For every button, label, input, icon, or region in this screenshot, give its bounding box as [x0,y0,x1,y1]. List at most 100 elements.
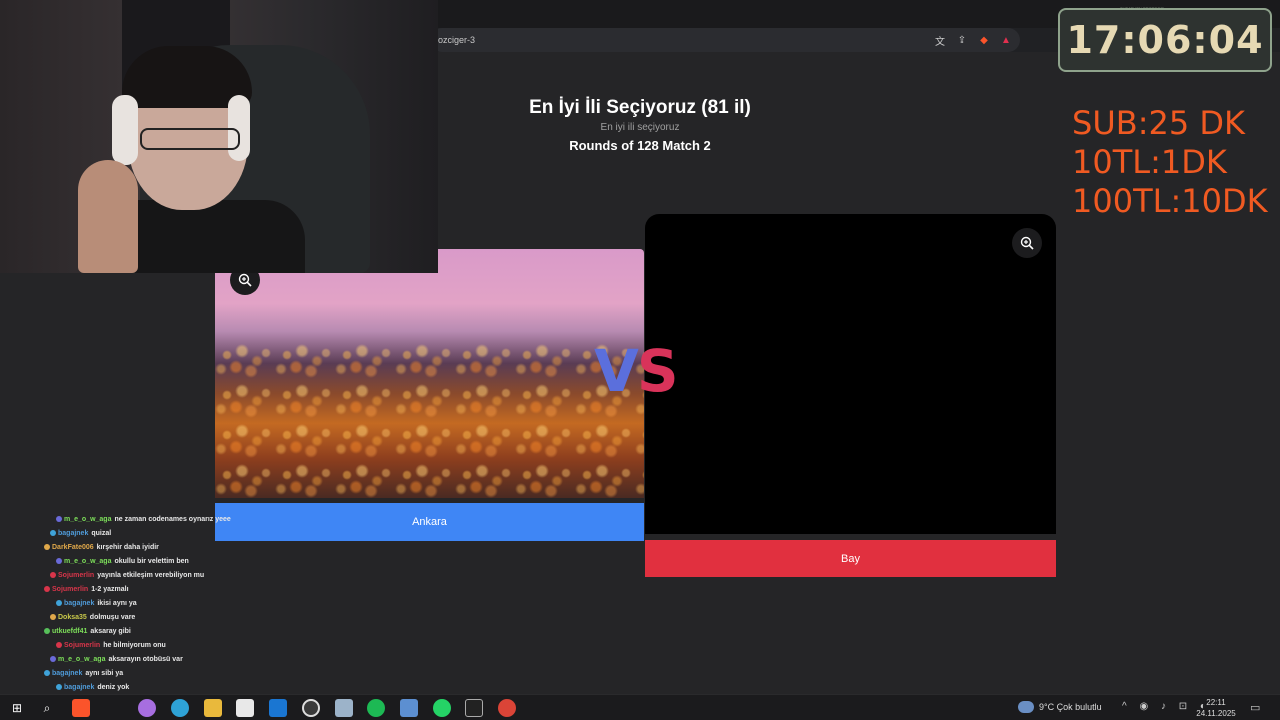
chat-message: Sojumerlin yayınla etkileşim verebiliyon … [38,568,278,582]
vs-label: VS [594,337,679,405]
outlook-icon[interactable] [269,699,287,717]
chat-username[interactable]: Sojumerlin [64,642,100,649]
spotify-icon[interactable] [367,699,385,717]
timer-value: 17:06:04 [1066,18,1264,62]
chat-message: m_e_o_w_aga okullu bir velettim ben [38,554,278,568]
chat-text: ne zaman codenames oynarız yeee [114,515,231,523]
cam-glasses [140,128,240,150]
vs-v: V [594,337,639,405]
webcam-overlay [0,0,438,273]
headphone-left [112,95,138,165]
page-title: En İyi İli Seçiyoruz (81 il) [529,97,751,118]
chat-message: DarkFate006 kırşehir daha iyidir [38,540,278,554]
chat-text: aksarayın otobüsü var [108,655,183,663]
chat-badge-icon [56,516,62,522]
chat-message: bagajnek aynı sibi ya [38,666,278,680]
chat-message: bagajnek quizal [38,526,278,540]
chat-text: dolmuşu vare [89,613,136,621]
chat-badge-icon [50,656,56,662]
weather-widget[interactable]: 9°C Çok bulutlu [1018,701,1102,713]
chat-text: he bilmiyorum onu [103,641,166,649]
chat-username[interactable]: bagajnek [64,684,94,691]
choose-left-button[interactable]: Ankara [215,503,644,541]
chat-message: Doksa35 dolmuşu vare [38,610,278,624]
brave-rewards-icon[interactable]: ▲ [998,32,1014,48]
zoom-in-icon[interactable] [1012,228,1042,258]
copilot-icon[interactable] [138,699,156,717]
left-option-image[interactable] [215,249,644,498]
chat-message: Sojumerlin he bilmiyorum onu [38,638,278,652]
sub-info: SUB:25 DK 10TL:1DK 100TL:10DK [1072,104,1268,221]
cloud-icon [1018,701,1034,713]
chat-badge-icon [50,614,56,620]
translate-icon[interactable]: 文 [932,32,948,48]
share-icon[interactable]: ⇪ [954,32,970,48]
sub-line: 10TL:1DK [1072,143,1227,181]
chat-username[interactable]: bagajnek [64,600,94,607]
chat-username[interactable]: Doksa35 [58,614,87,621]
chat-message: m_e_o_w_aga ne zaman codenames oynarız ye… [38,512,278,526]
chat-text: deniz yok [97,683,130,691]
right-option-image[interactable] [645,214,1056,534]
chat-text: aksaray gibi [90,627,131,635]
chat-badge-icon [44,628,50,634]
vs-s: S [636,337,679,405]
chat-message: Sojumerlin 1-2 yazmalı [38,582,278,596]
cam-hand [78,160,138,273]
chat-text: kırşehir daha iyidir [96,543,159,551]
timer-label: SUBATHON PROTOCOL [1120,6,1166,11]
round-info: Rounds of 128 Match 2 [569,138,711,153]
chat-badge-icon [56,642,62,648]
chat-message: bagajnek deniz yok [38,680,278,694]
chat-text: ikisi aynı ya [97,599,137,607]
clock-date: 24.11.2025 [1196,709,1236,718]
chat-badge-icon [50,572,56,578]
chrome-icon[interactable] [498,699,516,717]
address-bar[interactable]: ozciger-3 文 ⇪ ◆ ▲ [430,28,1020,52]
city-lights-image [215,339,644,498]
chat-text: 1-2 yazmalı [91,585,129,593]
file-explorer-icon[interactable] [204,699,222,717]
notepad-icon[interactable] [335,699,353,717]
notification-icon[interactable]: ▭ [1250,701,1260,714]
subathon-timer: 17:06:04 [1058,8,1272,72]
page-subtitle: En iyi ili seçiyoruz [600,122,680,133]
clock-time: 22:11 [1206,698,1226,707]
sub-line: 100TL:10DK [1072,182,1268,220]
chat-username[interactable]: Sojumerlin [52,586,88,593]
address-text: ozciger-3 [438,35,476,45]
tv-icon[interactable] [465,699,483,717]
windows-start-icon[interactable]: ⊞ [8,699,26,717]
chat-username[interactable]: Sojumerlin [58,572,94,579]
taskbar-clock[interactable]: 22:11 24.11.2025 [1196,697,1236,719]
settings-icon[interactable] [400,699,418,717]
chat-username[interactable]: m_e_o_w_aga [64,516,111,523]
whatsapp-icon[interactable] [433,699,451,717]
chat-badge-icon [56,558,62,564]
edge-icon[interactable] [171,699,189,717]
sub-line: SUB:25 DK [1072,104,1245,142]
chat-username[interactable]: DarkFate006 [52,544,94,551]
chat-username[interactable]: m_e_o_w_aga [64,558,111,565]
chat-text: quizal [91,529,112,537]
chat-badge-icon [56,600,62,606]
chat-badge-icon [44,670,50,676]
chat-username[interactable]: m_e_o_w_aga [58,656,105,663]
chat-text: okullu bir velettim ben [114,557,189,565]
chat-username[interactable]: bagajnek [58,530,88,537]
chat-text: yayınla etkileşim verebiliyon mu [97,571,205,579]
brave-icon[interactable] [72,699,90,717]
taskbar: ⊞ ⌕ 9°C Çok bulutlu ^ ◉ ♪ ⊡ ◐ 22:11 24.1… [0,694,1280,720]
store-icon[interactable] [236,699,254,717]
weather-text: 9°C Çok bulutlu [1039,702,1102,712]
search-icon[interactable]: ⌕ [38,699,56,717]
chat-username[interactable]: utkuefdf41 [52,628,87,635]
chat-message: m_e_o_w_aga aksarayın otobüsü var [38,652,278,666]
chat-badge-icon [44,544,50,550]
chat-badge-icon [44,586,50,592]
chat-badge-icon [56,684,62,690]
obs-icon[interactable] [302,699,320,717]
brave-shield-icon[interactable]: ◆ [976,32,992,48]
chat-username[interactable]: bagajnek [52,670,82,677]
choose-right-button[interactable]: Bay [645,540,1056,577]
